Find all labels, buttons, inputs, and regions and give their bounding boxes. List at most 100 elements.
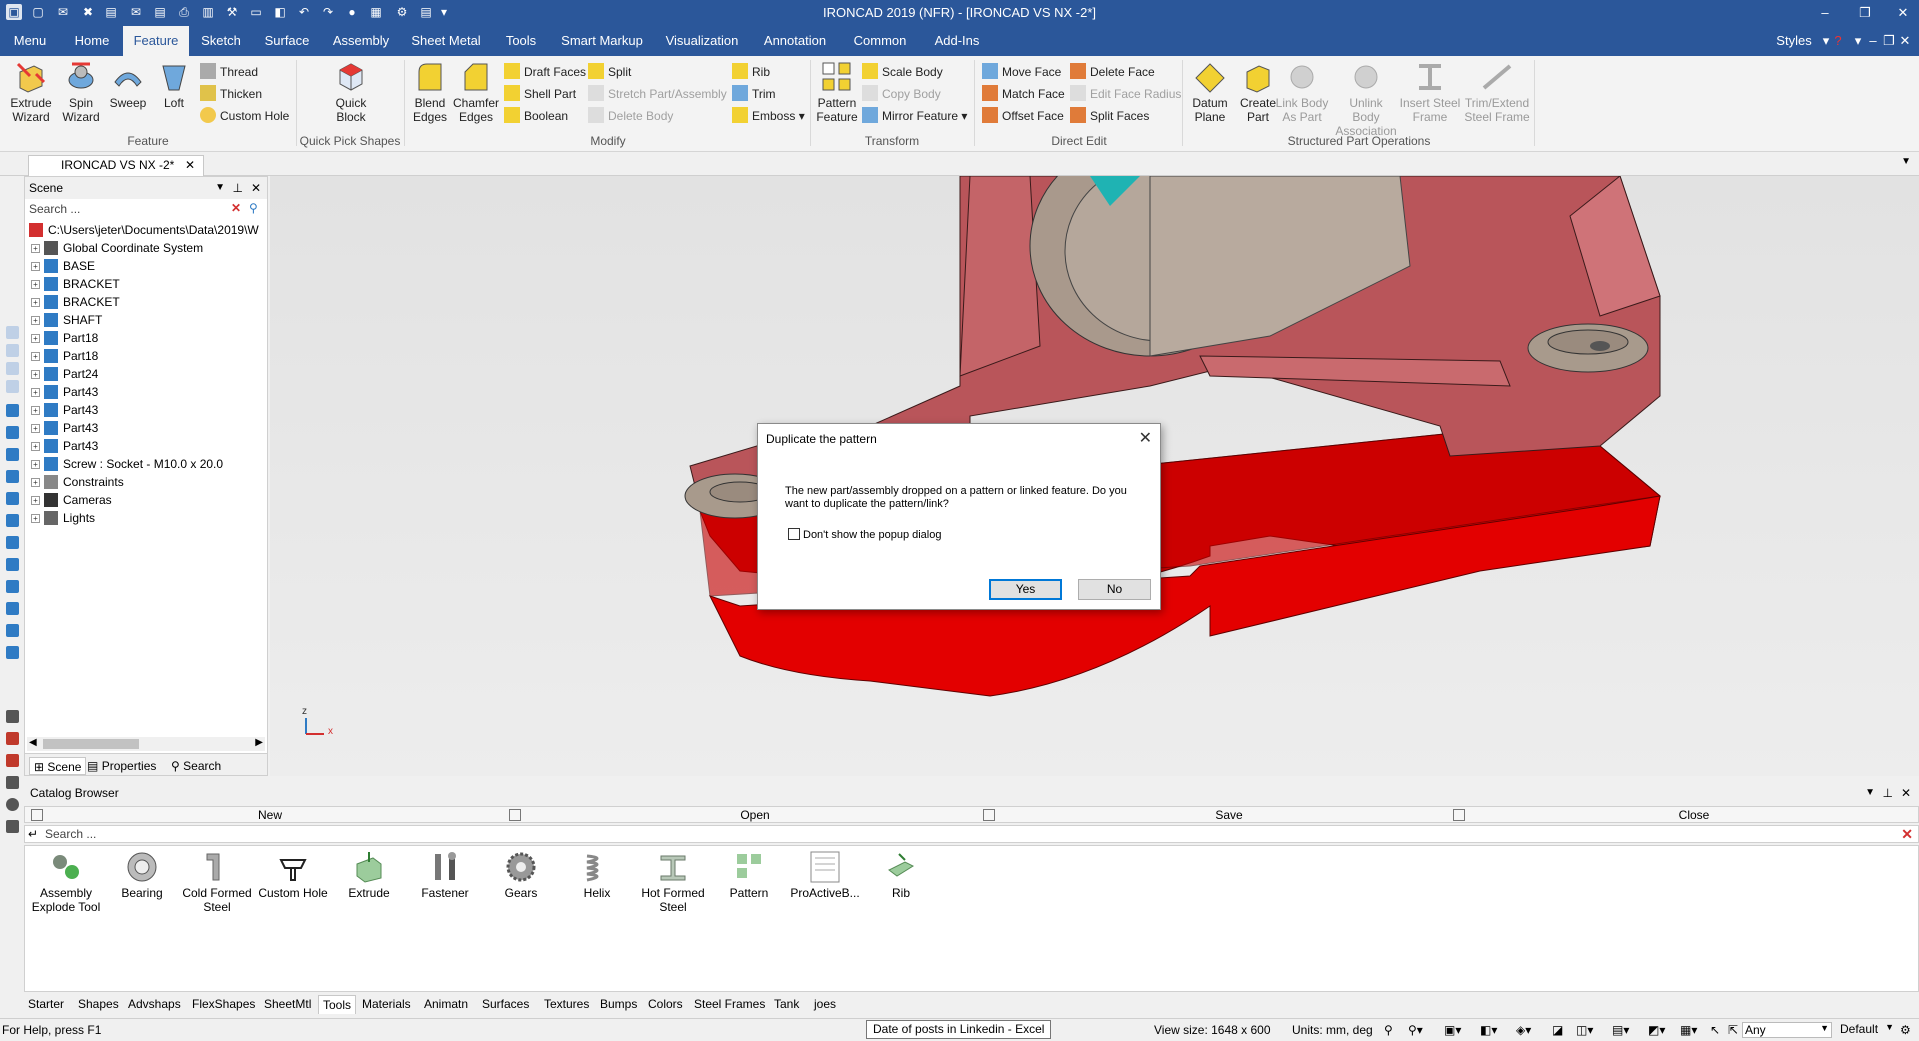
tree-item[interactable]: + Part43 <box>31 437 98 455</box>
save-catalog-icon[interactable] <box>983 809 995 821</box>
spin-wizard-button[interactable]: Spin Wizard <box>58 60 104 124</box>
pin-icon[interactable]: ⊥ <box>233 177 243 199</box>
chamfer-edges-button[interactable]: Chamfer Edges <box>452 60 500 124</box>
expand-icon[interactable]: + <box>31 442 40 451</box>
tool-icon[interactable] <box>6 732 19 745</box>
zoom-icon[interactable]: ⚲ <box>1384 1023 1393 1037</box>
mdi-minimize-icon[interactable]: – <box>1866 26 1880 56</box>
scale-body-button[interactable]: Scale Body <box>862 62 943 82</box>
tab-assembly[interactable]: Assembly <box>328 26 394 56</box>
sweep-button[interactable]: Sweep <box>106 60 150 110</box>
catalog-save-button[interactable]: Save <box>999 807 1459 824</box>
close-button[interactable]: ✕ <box>1888 3 1918 23</box>
tree-item[interactable]: + Screw : Socket - M10.0 x 20.0 <box>31 455 223 473</box>
zoom-options-icon[interactable]: ⚲▾ <box>1408 1023 1423 1037</box>
shape-icon[interactable] <box>6 426 19 439</box>
catalog-item-cold-formed-steel[interactable]: Cold Formed Steel <box>179 850 255 914</box>
link-body-button[interactable]: Link Body As Part <box>1274 60 1330 124</box>
scene-horizontal-scrollbar[interactable]: ◀ ▶ <box>27 737 265 751</box>
catalog-open-button[interactable]: Open <box>525 807 985 824</box>
catalog-item-assembly-explode[interactable]: Assembly Explode Tool <box>28 850 104 914</box>
scroll-left-icon[interactable]: ◀ <box>29 737 37 748</box>
rib-button[interactable]: Rib <box>732 62 770 82</box>
catalog-tab[interactable]: Advshaps <box>124 995 185 1014</box>
style-dropdown[interactable]: Default ▼ <box>1838 1022 1894 1038</box>
checkbox-box[interactable] <box>788 528 800 540</box>
tree-item[interactable]: + Constraints <box>31 473 124 491</box>
thread-button[interactable]: Thread <box>200 62 258 82</box>
pointer-icon[interactable]: ↖ <box>1710 1023 1720 1037</box>
expand-icon[interactable]: + <box>31 298 40 307</box>
orientation-icon[interactable]: ◈▾ <box>1516 1023 1531 1037</box>
unlink-body-button[interactable]: Unlink Body Association <box>1334 60 1398 138</box>
restore-button[interactable]: ❐ <box>1850 3 1880 23</box>
tool-icon[interactable] <box>6 776 19 789</box>
shape-icon[interactable] <box>6 602 19 615</box>
tab-search[interactable]: ⚲ Search <box>171 757 221 775</box>
tree-item[interactable]: + Cameras <box>31 491 112 509</box>
display-icon[interactable]: ◩▾ <box>1648 1023 1665 1037</box>
view-icon[interactable] <box>6 344 19 357</box>
shape-icon[interactable] <box>6 404 19 417</box>
expand-icon[interactable]: + <box>31 496 40 505</box>
catalog-item-rib[interactable]: Rib <box>863 850 939 900</box>
dialog-close-icon[interactable]: ✕ <box>1139 428 1152 448</box>
catalog-item-proactive[interactable]: ProActiveB... <box>787 850 863 900</box>
catalog-tab-active[interactable]: Tools <box>318 995 357 1014</box>
catalog-tab[interactable]: Materials <box>358 995 415 1014</box>
tree-item[interactable]: + Part43 <box>31 383 98 401</box>
pattern-feature-button[interactable]: Pattern Feature <box>814 60 860 124</box>
split-button[interactable]: Split <box>588 62 631 82</box>
help-icon[interactable]: ? <box>1830 26 1846 56</box>
catalog-tab[interactable]: FlexShapes <box>188 995 259 1014</box>
tab-tools[interactable]: Tools <box>498 26 544 56</box>
thicken-button[interactable]: Thicken <box>200 84 262 104</box>
view-icon[interactable]: ◪ <box>1552 1023 1563 1037</box>
tree-item[interactable]: + Global Coordinate System <box>31 239 203 257</box>
clear-search-icon[interactable]: ✕ <box>231 201 241 215</box>
split-faces-button[interactable]: Split Faces <box>1070 106 1149 126</box>
tab-sketch[interactable]: Sketch <box>196 26 246 56</box>
custom-hole-button[interactable]: Custom Hole <box>200 106 289 126</box>
tab-scene[interactable]: ⊞ Scene <box>29 757 87 775</box>
shape-icon[interactable] <box>6 624 19 637</box>
document-tab[interactable]: IRONCAD VS NX -2* ✕ <box>28 155 204 176</box>
mirror-feature-button[interactable]: Mirror Feature ▾ <box>862 106 967 126</box>
clear-catalog-search-icon[interactable]: ✕ <box>1901 826 1913 843</box>
expand-icon[interactable]: + <box>31 316 40 325</box>
tree-item[interactable]: + Part24 <box>31 365 98 383</box>
offset-face-button[interactable]: Offset Face <box>982 106 1064 126</box>
tree-item[interactable]: + Part43 <box>31 419 98 437</box>
tree-item[interactable]: + Part18 <box>31 347 98 365</box>
shape-icon[interactable] <box>6 448 19 461</box>
shape-icon[interactable] <box>6 646 19 659</box>
document-tab-close-icon[interactable]: ✕ <box>185 156 195 175</box>
minimize-button[interactable]: – <box>1810 3 1840 23</box>
tab-feature[interactable]: Feature <box>123 26 189 56</box>
no-button[interactable]: No <box>1078 579 1151 600</box>
expand-icon[interactable]: + <box>31 406 40 415</box>
camera-icon[interactable]: ◫▾ <box>1576 1023 1593 1037</box>
render-mode-icon[interactable]: ▣▾ <box>1444 1023 1461 1037</box>
catalog-tab[interactable]: Steel Frames <box>690 995 769 1014</box>
expand-icon[interactable]: + <box>31 334 40 343</box>
yes-button[interactable]: Yes <box>989 579 1062 600</box>
settings-icon[interactable]: ⚙ <box>1900 1023 1911 1037</box>
delete-body-button[interactable]: Delete Body <box>588 106 673 126</box>
scene-search-input[interactable]: Search ... <box>25 200 265 218</box>
shape-icon[interactable] <box>6 492 19 505</box>
tab-properties[interactable]: ▤ Properties <box>87 757 156 775</box>
tool-icon[interactable] <box>6 754 19 767</box>
catalog-tab[interactable]: Textures <box>540 995 593 1014</box>
select-icon[interactable]: ⇱ <box>1728 1023 1738 1037</box>
insert-steel-frame-button[interactable]: Insert Steel Frame <box>1398 60 1462 124</box>
shell-part-button[interactable]: Shell Part <box>504 84 576 104</box>
shape-icon[interactable] <box>6 536 19 549</box>
catalog-dropdown-icon[interactable]: ▼ <box>1865 783 1875 803</box>
blend-edges-button[interactable]: Blend Edges <box>410 60 450 124</box>
expand-icon[interactable]: + <box>31 280 40 289</box>
catalog-tab[interactable]: joes <box>810 995 840 1014</box>
tab-home[interactable]: Home <box>70 26 114 56</box>
catalog-item-fastener[interactable]: Fastener <box>407 850 483 900</box>
catalog-tab[interactable]: Animatn <box>420 995 472 1014</box>
